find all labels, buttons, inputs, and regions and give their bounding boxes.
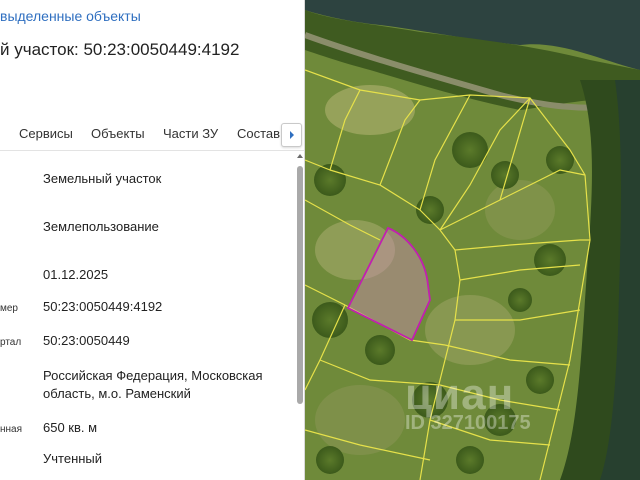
page-title: й участок: 50:23:0050449:4192 — [0, 40, 240, 59]
tab-composition[interactable]: Состав — [237, 126, 280, 141]
chevron-right-icon — [289, 131, 294, 139]
tab-bar: Сервисы Объекты Части ЗУ Состав — [0, 120, 304, 151]
row-label-area: нная — [0, 424, 23, 435]
scroll-up-icon[interactable] — [296, 152, 304, 160]
back-link[interactable]: выделенные объекты — [0, 8, 141, 24]
field-cadastral-quarter: 50:23:0050449 — [43, 333, 130, 348]
field-area: 650 кв. м — [43, 420, 98, 435]
row-label-quarter: ртал — [0, 337, 22, 348]
field-date: 01.12.2025 — [43, 267, 109, 282]
field-status: Учтенный — [43, 451, 103, 466]
field-subtype: Землепользование — [43, 219, 159, 234]
watermark-id: ID 327100175 — [405, 412, 531, 434]
field-address: Российская Федерация, Московская область… — [43, 368, 263, 401]
clearing — [485, 180, 555, 240]
scrollbar-thumb[interactable] — [297, 166, 303, 404]
tab-services[interactable]: Сервисы — [19, 126, 73, 141]
row-label-cadastral-number: мер — [0, 303, 18, 314]
info-panel: выделенные объекты й участок: 50:23:0050… — [0, 0, 305, 480]
tab-parts[interactable]: Части ЗУ — [163, 126, 218, 141]
clearing — [425, 295, 515, 365]
tabs-next-button[interactable] — [281, 123, 302, 147]
tab-objects[interactable]: Объекты — [91, 126, 145, 141]
field-object-type: Земельный участок — [43, 171, 162, 186]
field-cadastral-number: 50:23:0050449:4192 — [43, 299, 163, 314]
